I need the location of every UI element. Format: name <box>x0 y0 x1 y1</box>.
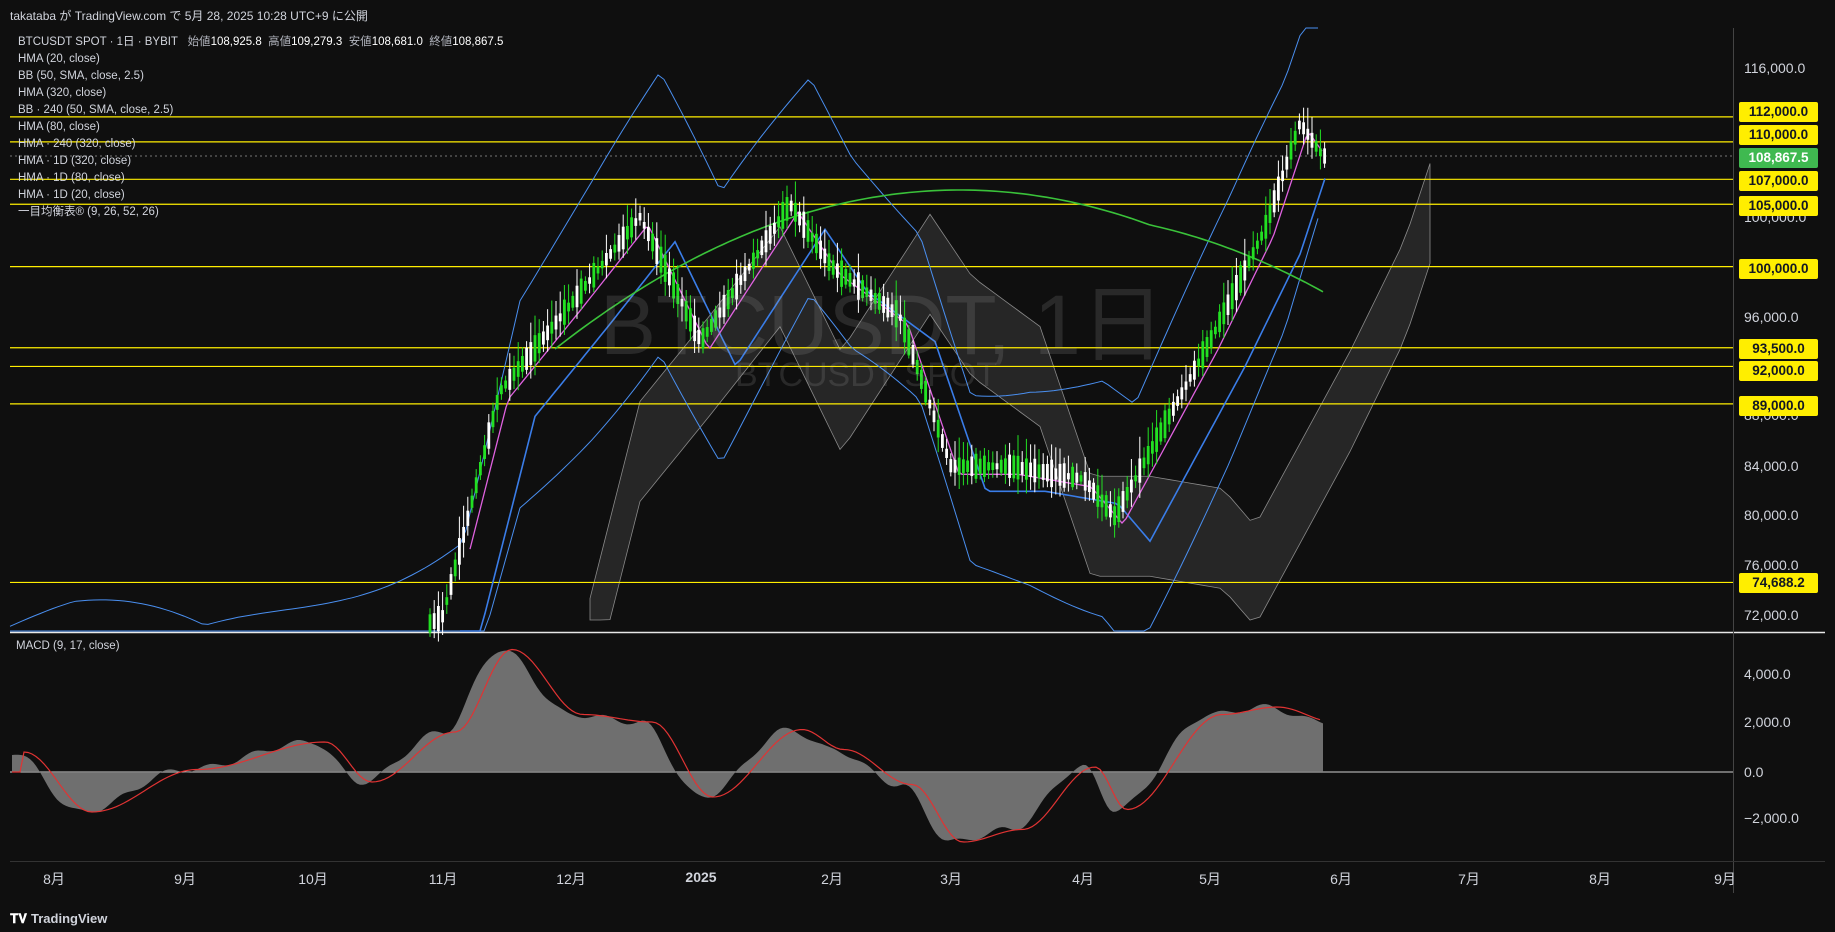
time-axis-tick: 11月 <box>428 871 458 887</box>
macd-axis-tick: 0.0 <box>1744 764 1764 780</box>
time-axis-tick: 6月 <box>1330 871 1352 887</box>
time-axis-tick: 7月 <box>1458 871 1480 887</box>
level-tag[interactable]: 110,000.0 <box>1739 125 1818 145</box>
legend-high: 109,279.3 <box>291 36 343 48</box>
time-axis-tick: 12月 <box>556 871 586 887</box>
macd-pane <box>10 633 1733 861</box>
candlestick <box>1104 490 1108 520</box>
legend-indicator[interactable]: HMA (20, close) <box>18 51 503 68</box>
time-axis-tick: 3月 <box>940 871 962 887</box>
price-axis-tick: 76,000.0 <box>1744 557 1799 573</box>
level-tag[interactable]: 93,500.0 <box>1739 339 1818 359</box>
legend-indicator[interactable]: HMA · 1D (320, close) <box>18 153 503 170</box>
legend-indicator[interactable]: BB (50, SMA, close, 2.5) <box>18 68 503 85</box>
time-axis-tick: 10月 <box>298 871 328 887</box>
legend-indicator[interactable]: HMA (320, close) <box>18 85 503 102</box>
legend-indicator[interactable]: HMA · 1D (80, close) <box>18 170 503 187</box>
symbol-watermark-sub: BTCUSDT SPOT <box>735 356 997 394</box>
time-axis-tick: 9月 <box>1714 871 1736 887</box>
time-axis-tick: 5月 <box>1199 871 1221 887</box>
price-axis-tick: 84,000.0 <box>1744 458 1799 474</box>
legend-open: 108,925.8 <box>210 36 262 48</box>
legend-indicator[interactable]: HMA · 240 (320, close) <box>18 136 503 153</box>
legend-low: 108,681.0 <box>371 36 423 48</box>
time-axis-tick: 4月 <box>1072 871 1094 887</box>
tradingview-logo[interactable]: 𝐓𝐕 TradingView <box>10 911 107 927</box>
legend-symbol-row[interactable]: BTCUSDT SPOT · 1日 · BYBIT 始値108,925.8 高値… <box>18 34 503 51</box>
time-axis-tick: 8月 <box>43 871 65 887</box>
macd-axis-tick: 4,000.0 <box>1744 666 1791 682</box>
legend-symbol[interactable]: BTCUSDT SPOT · 1日 · BYBIT <box>18 36 178 48</box>
level-tag[interactable]: 92,000.0 <box>1739 361 1818 381</box>
level-tag[interactable]: 112,000.0 <box>1739 102 1818 122</box>
level-tag[interactable]: 89,000.0 <box>1739 396 1818 416</box>
legend-indicator[interactable]: BB · 240 (50, SMA, close, 2.5) <box>18 102 503 119</box>
tv-logo-icon: 𝐓𝐕 <box>10 911 27 926</box>
price-axis-tick: 72,000.0 <box>1744 607 1799 623</box>
price-axis-tick: 96,000.0 <box>1744 309 1799 325</box>
price-axis-tick: 80,000.0 <box>1744 507 1799 523</box>
legend-indicator[interactable]: HMA (80, close) <box>18 119 503 136</box>
level-tag[interactable]: 74,688.2 <box>1739 573 1818 593</box>
macd-axis-tick: 2,000.0 <box>1744 714 1791 730</box>
chart-area[interactable]: BTCUSDT, 1日 BTCUSDT SPOT BTCUSDT SPOT · … <box>0 0 1835 932</box>
macd-legend[interactable]: MACD (9, 17, close) <box>16 640 120 652</box>
time-axis-tick: 2025 <box>685 869 717 885</box>
candlestick <box>1239 261 1242 296</box>
price-axis-tick: 116,000.0 <box>1744 60 1806 76</box>
level-tag[interactable]: 100,000.0 <box>1739 259 1818 279</box>
footer: 𝐓𝐕 TradingView <box>0 902 1835 932</box>
legend-close: 108,867.5 <box>452 36 504 48</box>
last-price-tag: 108,867.5 <box>1739 148 1818 168</box>
time-axis-tick: 8月 <box>1589 871 1611 887</box>
time-axis-tick: 9月 <box>174 871 196 887</box>
legend-indicator[interactable]: 一目均衡表® (9, 26, 52, 26) <box>18 204 503 221</box>
chart-legend: BTCUSDT SPOT · 1日 · BYBIT 始値108,925.8 高値… <box>18 34 503 221</box>
legend-indicator[interactable]: HMA · 1D (20, close) <box>18 187 503 204</box>
time-axis-tick: 2月 <box>821 871 843 887</box>
level-tag[interactable]: 107,000.0 <box>1739 171 1818 191</box>
macd-axis-tick: −2,000.0 <box>1744 810 1799 826</box>
level-tag[interactable]: 105,000.0 <box>1739 196 1818 216</box>
